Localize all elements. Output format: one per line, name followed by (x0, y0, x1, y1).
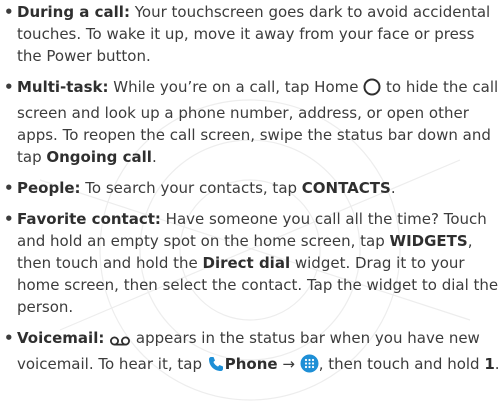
direct-dial-label: Direct dial (202, 254, 291, 272)
document-body: • During a call: Your touchscreen goes d… (3, 0, 501, 388)
home-circle-icon (363, 78, 381, 102)
bullet: • (4, 78, 14, 96)
dialpad-icon (300, 354, 319, 379)
term-people: People: (17, 179, 81, 197)
term-during-call: During a call: (17, 3, 130, 21)
widgets-label: WIDGETS (389, 232, 468, 250)
phone-icon (207, 355, 225, 379)
contacts-label: CONTACTS (301, 179, 391, 197)
term-favorite-contact: Favorite contact: (17, 210, 161, 228)
term-voicemail: Voicemail: (17, 329, 105, 347)
list-item-multi-task: • Multi-task: While you’re on a call, ta… (3, 76, 501, 168)
voicemail-icon (109, 331, 131, 353)
period: . (151, 148, 157, 166)
text-multi-task-a: While you’re on a call, tap Home (108, 78, 364, 96)
arrow: → (277, 355, 300, 373)
bullet: • (4, 179, 14, 197)
bullet: • (4, 329, 14, 347)
text-voicemail-b: , then touch and hold (318, 355, 485, 373)
list-item-people: • People: To search your contacts, tap C… (3, 177, 501, 199)
text-people: To search your contacts, tap (80, 179, 302, 197)
list-item-during-call: • During a call: Your touchscreen goes d… (3, 1, 501, 67)
bullet: • (4, 210, 14, 228)
term-multi-task: Multi-task: (17, 78, 109, 96)
bullet: • (4, 3, 14, 21)
key-one-label: 1 (484, 355, 495, 373)
period: . (390, 179, 396, 197)
phone-label: Phone (224, 355, 278, 373)
ongoing-call-label: Ongoing call (46, 148, 152, 166)
list-item-favorite-contact: • Favorite contact: Have someone you cal… (3, 208, 501, 318)
list-item-voicemail: • Voicemail: appears in the status bar w… (3, 327, 501, 379)
period: . (494, 355, 500, 373)
